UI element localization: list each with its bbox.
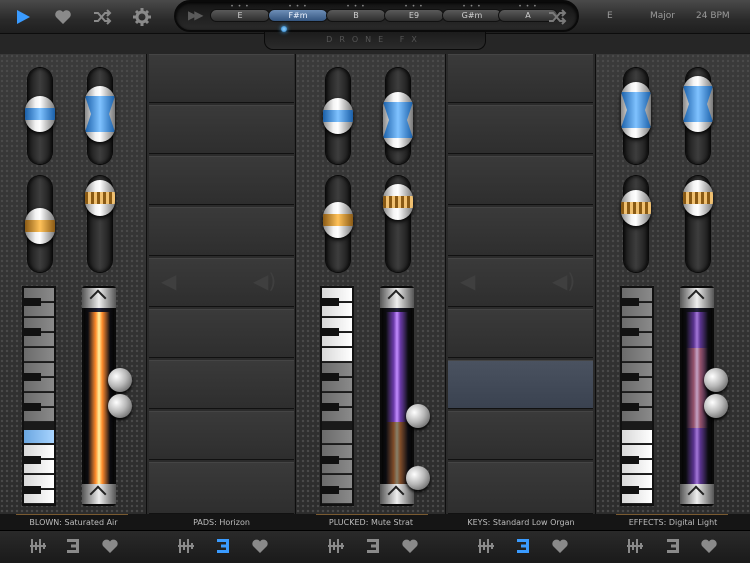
- mixer-icon[interactable]: [477, 537, 495, 555]
- pad-row[interactable]: ◀ ◀): [149, 258, 294, 307]
- channel-effects: [596, 54, 750, 530]
- channel-label-keys: KEYS: Standard Low Organ: [467, 518, 575, 527]
- slider-track[interactable]: [383, 176, 413, 272]
- slider-knob[interactable]: [25, 208, 55, 244]
- pad-row[interactable]: [448, 105, 593, 154]
- pad-row[interactable]: [448, 156, 593, 205]
- heart-icon[interactable]: [551, 537, 569, 555]
- slider-knob[interactable]: [683, 76, 713, 132]
- slider-track[interactable]: [25, 68, 55, 164]
- slider-knob[interactable]: [85, 180, 115, 216]
- chord-button-5[interactable]: • • • G#m: [442, 4, 502, 22]
- gear-icon[interactable]: [131, 6, 153, 28]
- slider-track[interactable]: [25, 176, 55, 272]
- list-icon[interactable]: [64, 537, 82, 555]
- keyboard-strip[interactable]: [22, 286, 56, 506]
- chord-button-3[interactable]: • • • B: [326, 4, 386, 22]
- slider-knob[interactable]: [25, 96, 55, 132]
- slider-track[interactable]: [683, 176, 713, 272]
- pad-row[interactable]: [149, 105, 294, 154]
- chord-button-4[interactable]: • • • E9: [384, 4, 444, 22]
- tempo-label[interactable]: 24 BPM: [696, 11, 730, 21]
- heart-icon[interactable]: [401, 537, 419, 555]
- chord-button-1[interactable]: • • • E: [210, 4, 270, 22]
- app-logo: DRONE FX: [264, 32, 486, 50]
- list-icon[interactable]: [664, 537, 682, 555]
- heart-icon[interactable]: [101, 537, 119, 555]
- level-handle[interactable]: [406, 466, 430, 490]
- slider-track[interactable]: [323, 176, 353, 272]
- list-icon[interactable]: [514, 537, 532, 555]
- list-icon[interactable]: [214, 537, 232, 555]
- pad-row[interactable]: ◀ ◀): [448, 258, 593, 307]
- chord-button-2[interactable]: • • • F#m: [268, 4, 328, 22]
- slider-knob[interactable]: [323, 202, 353, 238]
- slider-track[interactable]: [683, 68, 713, 164]
- key-label[interactable]: E: [607, 11, 613, 21]
- list-icon[interactable]: [364, 537, 382, 555]
- slider-knob[interactable]: [621, 82, 651, 138]
- pad-row[interactable]: [448, 207, 593, 256]
- pad-row[interactable]: [149, 309, 294, 358]
- level-handle[interactable]: [108, 368, 132, 392]
- channel-label-plucked: PLUCKED: Mute Strat: [328, 518, 414, 527]
- slider-knob[interactable]: [323, 98, 353, 134]
- channel-keys: ◀ ◀): [446, 54, 596, 530]
- channel-plucked: [296, 54, 446, 530]
- slider-knob[interactable]: [383, 92, 413, 148]
- channel-label-blown: BLOWN: Saturated Air: [29, 518, 118, 527]
- heart-icon[interactable]: [251, 537, 269, 555]
- pad-row[interactable]: [149, 156, 294, 205]
- heart-icon[interactable]: [700, 537, 718, 555]
- pad-row[interactable]: [149, 207, 294, 256]
- mixer-icon[interactable]: [29, 537, 47, 555]
- drone-fx-app: ▶▶ • • • E • • • F#m • • • B • • • E9 • • • G…: [0, 0, 750, 563]
- level-handle[interactable]: [108, 394, 132, 418]
- page-indicator-dot: [281, 26, 287, 32]
- pad-row[interactable]: [448, 54, 593, 103]
- heart-icon[interactable]: [52, 6, 74, 28]
- pad-row[interactable]: [448, 411, 593, 460]
- play-icon[interactable]: [12, 6, 34, 28]
- pad-row[interactable]: [448, 462, 593, 514]
- pad-row[interactable]: [149, 360, 294, 409]
- channel-pads: ◀ ◀): [147, 54, 296, 530]
- speaker-low-icon: ◀: [460, 269, 476, 293]
- speaker-low-icon: ◀: [161, 269, 177, 293]
- top-toolbar: ▶▶ • • • E • • • F#m • • • B • • • E9 • • • G…: [0, 0, 750, 34]
- keyboard-strip[interactable]: [320, 286, 354, 506]
- slider-knob[interactable]: [621, 190, 651, 226]
- mixer-icon[interactable]: [327, 537, 345, 555]
- slider-track[interactable]: [323, 68, 353, 164]
- slider-track[interactable]: [621, 68, 651, 164]
- slider-track[interactable]: [621, 176, 651, 272]
- fast-forward-icon[interactable]: ▶▶: [188, 8, 204, 22]
- channel-blown: [0, 54, 147, 530]
- slider-track[interactable]: [383, 68, 413, 164]
- mixer-icon[interactable]: [626, 537, 644, 555]
- shuffle-icon[interactable]: [91, 6, 113, 28]
- pad-row[interactable]: [149, 462, 294, 514]
- keyboard-strip[interactable]: [620, 286, 654, 506]
- scale-label[interactable]: Major: [650, 11, 675, 21]
- slider-knob[interactable]: [85, 86, 115, 142]
- level-handle[interactable]: [704, 394, 728, 418]
- mixer-icon[interactable]: [177, 537, 195, 555]
- level-tube[interactable]: [82, 286, 116, 506]
- pad-row[interactable]: [149, 411, 294, 460]
- slider-track[interactable]: [85, 176, 115, 272]
- pad-row[interactable]: [448, 309, 593, 358]
- chord-shuffle-icon[interactable]: [546, 6, 568, 28]
- slider-track[interactable]: [85, 68, 115, 164]
- speaker-high-icon: ◀): [552, 269, 576, 293]
- level-handle[interactable]: [406, 404, 430, 428]
- level-handle[interactable]: [704, 368, 728, 392]
- channel-label-effects: EFFECTS: Digital Light: [628, 518, 718, 527]
- pad-row-selected[interactable]: [448, 360, 593, 409]
- slider-knob[interactable]: [383, 184, 413, 220]
- channel-label-pads: PADS: Horizon: [193, 518, 250, 527]
- slider-knob[interactable]: [683, 180, 713, 216]
- speaker-high-icon: ◀): [253, 269, 277, 293]
- pad-row[interactable]: [149, 54, 294, 103]
